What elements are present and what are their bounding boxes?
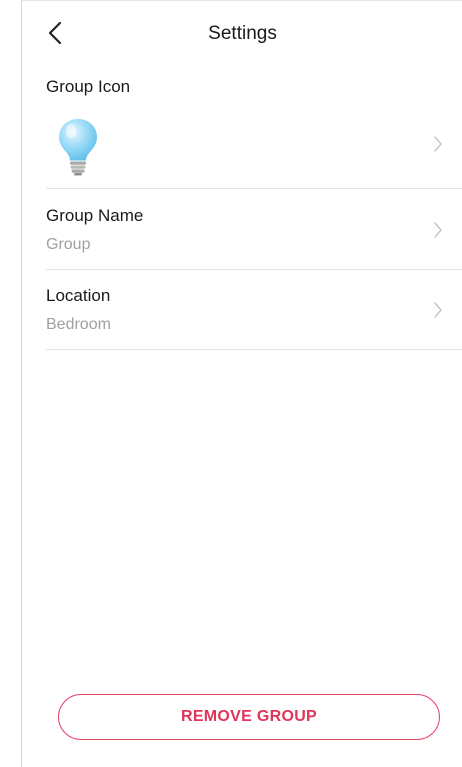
location-row[interactable]: Location Bedroom [46,270,462,350]
group-name-value: Group [46,236,91,253]
page-title: Settings [208,23,277,44]
header: Settings [22,1,462,67]
light-bulb-icon [59,119,97,176]
location-label: Location [46,286,111,305]
group-icon-row[interactable] [46,109,462,189]
chevron-right-icon [434,302,442,318]
settings-screen: Settings Group Icon Group Name Group Loc… [21,0,462,767]
group-name-row[interactable]: Group Name Group [46,190,462,270]
location-value: Bedroom [46,316,111,333]
group-name-label: Group Name [46,206,144,225]
group-icon-label: Group Icon [46,77,131,96]
chevron-right-icon [434,222,442,238]
chevron-right-icon [434,136,442,152]
remove-group-button[interactable]: REMOVE GROUP [58,694,440,740]
